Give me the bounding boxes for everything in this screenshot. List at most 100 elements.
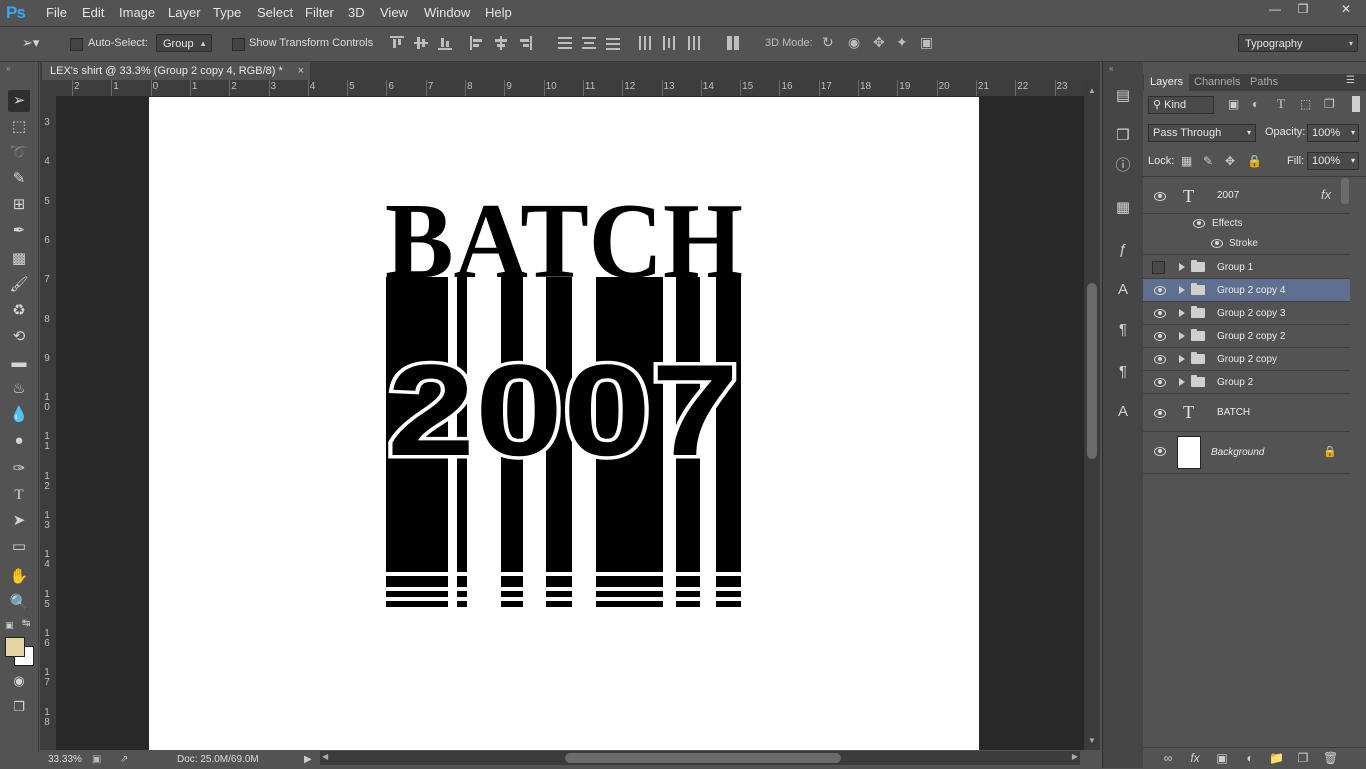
layer-row-group-2-copy[interactable]: Group 2 copy xyxy=(1143,348,1350,371)
document-tab[interactable]: LEX's shirt @ 33.3% (Group 2 copy 4, RGB… xyxy=(42,62,310,80)
distribute-vcenter-icon[interactable] xyxy=(582,36,596,50)
expand-arrow-icon[interactable] xyxy=(1179,286,1185,294)
type-tool-icon[interactable]: T xyxy=(8,484,30,506)
opacity-field[interactable]: 100% ▾ xyxy=(1307,124,1359,142)
close-icon[interactable]: ✕ xyxy=(1326,0,1366,18)
eraser-tool-icon[interactable]: ▬ xyxy=(8,352,30,374)
character-styles-icon[interactable]: A xyxy=(1113,402,1133,422)
menu-edit[interactable]: Edit xyxy=(82,0,104,26)
visibility-eye-icon[interactable] xyxy=(1154,409,1166,418)
status-menu-icon[interactable]: ▶ xyxy=(304,751,312,768)
blur-tool-icon[interactable]: 💧 xyxy=(8,404,30,426)
tab-paths[interactable]: Paths xyxy=(1244,74,1284,91)
align-left-icon[interactable] xyxy=(470,36,484,50)
character-panel-icon[interactable]: A xyxy=(1113,280,1133,300)
zoom-level[interactable]: 33.33% xyxy=(48,751,82,768)
visibility-eye-icon[interactable] xyxy=(1154,378,1166,387)
fill-field[interactable]: 100% ▾ xyxy=(1307,152,1359,170)
rectangle-tool-icon[interactable]: ▭ xyxy=(8,536,30,558)
visibility-off-box[interactable] xyxy=(1152,261,1165,274)
path-selection-tool-icon[interactable]: ➤ xyxy=(8,510,30,532)
blend-mode-dropdown[interactable]: Pass Through ▾ xyxy=(1148,124,1256,142)
lock-position-icon[interactable]: ✥ xyxy=(1225,154,1235,168)
canvas-pasteboard[interactable]: BATCH 2007 xyxy=(56,97,1084,750)
document-canvas[interactable]: BATCH 2007 xyxy=(149,97,979,750)
hand-tool-icon[interactable]: ✋ xyxy=(8,566,30,588)
scroll-right-icon[interactable]: ▶ xyxy=(1072,752,1078,761)
menu-image[interactable]: Image xyxy=(119,0,155,26)
layer-row-group-2-copy-2[interactable]: Group 2 copy 2 xyxy=(1143,325,1350,348)
add-style-icon[interactable]: fx xyxy=(1188,751,1202,765)
lock-all-icon[interactable]: 🔒 xyxy=(1247,154,1262,168)
panel-menu-icon[interactable]: ☰ xyxy=(1346,75,1355,86)
tab-layers[interactable]: Layers xyxy=(1144,74,1190,91)
menu-filter[interactable]: Filter xyxy=(305,0,334,26)
auto-select-dropdown[interactable]: Group ▲ xyxy=(156,34,212,52)
show-transform-checkbox[interactable] xyxy=(232,38,245,51)
vertical-ruler[interactable]: 3 4 5 6 7 8 9 10 11 12 13 14 15 16 17 18 xyxy=(40,96,57,750)
scroll-up-icon[interactable]: ▲ xyxy=(1088,86,1096,95)
default-colors-icon[interactable]: ▣ xyxy=(5,620,14,631)
visibility-eye-icon[interactable] xyxy=(1154,355,1166,364)
menu-layer[interactable]: Layer xyxy=(168,0,201,26)
horizontal-ruler[interactable]: 2 1 0 1 2 3 4 5 6 7 8 9 10 11 12 13 14 15 16 17 18 19 20 21 22 23 xyxy=(56,80,1084,97)
distribute-right-icon[interactable] xyxy=(686,36,700,50)
link-layers-icon[interactable]: ∞ xyxy=(1161,751,1175,765)
visibility-eye-icon[interactable] xyxy=(1193,219,1205,228)
quick-mask-icon[interactable]: ◉ xyxy=(8,670,30,692)
styles-panel-icon[interactable]: ƒ xyxy=(1113,240,1133,260)
eyedropper-tool-icon[interactable]: ✒ xyxy=(8,220,30,242)
distribute-top-icon[interactable] xyxy=(558,36,572,50)
crop-tool-icon[interactable]: ⊞ xyxy=(8,194,30,216)
collapse-strip-icon[interactable]: « xyxy=(1109,64,1113,73)
filter-shape-icon[interactable]: ⬚ xyxy=(1300,97,1311,111)
filter-pixel-icon[interactable]: ▣ xyxy=(1228,97,1239,111)
distribute-hcenter-icon[interactable] xyxy=(662,36,676,50)
tab-channels[interactable]: Channels xyxy=(1188,74,1246,91)
restore-icon[interactable]: ❐ xyxy=(1290,0,1316,18)
menu-select[interactable]: Select xyxy=(257,0,293,26)
visibility-eye-icon[interactable] xyxy=(1154,332,1166,341)
filter-adjustment-icon[interactable]: ◐ xyxy=(1252,97,1259,111)
swatches-panel-icon[interactable]: ▦ xyxy=(1113,198,1133,218)
layer-row-group-2-copy-4[interactable]: Group 2 copy 4 xyxy=(1143,279,1350,302)
menu-help[interactable]: Help xyxy=(485,0,512,26)
auto-select-checkbox[interactable] xyxy=(70,38,83,51)
history-panel-icon[interactable]: ▤ xyxy=(1113,86,1133,106)
brush-tool-icon[interactable]: 🖌 xyxy=(8,274,30,296)
filter-toggle-icon[interactable] xyxy=(1352,96,1360,112)
vertical-scroll-thumb[interactable] xyxy=(1087,283,1097,459)
distribute-bottom-icon[interactable] xyxy=(606,36,620,50)
expand-arrow-icon[interactable] xyxy=(1179,309,1185,317)
layer-row-batch[interactable]: T BATCH xyxy=(1143,394,1350,432)
visibility-eye-icon[interactable] xyxy=(1154,309,1166,318)
screen-mode-icon[interactable]: ❐ xyxy=(8,696,30,718)
layer-row-group-1[interactable]: Group 1 xyxy=(1143,256,1350,279)
visibility-eye-icon[interactable] xyxy=(1154,447,1166,456)
horizontal-scroll-thumb[interactable] xyxy=(565,753,841,763)
align-vcenter-icon[interactable] xyxy=(414,36,428,50)
layer-row-2007[interactable]: T 2007 fx xyxy=(1143,178,1350,214)
align-hcenter-icon[interactable] xyxy=(494,36,508,50)
scroll-left-icon[interactable]: ◀ xyxy=(322,752,328,761)
menu-3d[interactable]: 3D xyxy=(348,0,365,26)
align-top-icon[interactable] xyxy=(390,36,404,50)
marquee-tool-icon[interactable]: ⬚ xyxy=(8,116,30,138)
pen-tool-icon[interactable]: ✑ xyxy=(8,458,30,480)
menu-view[interactable]: View xyxy=(380,0,408,26)
visibility-eye-icon[interactable] xyxy=(1154,192,1166,201)
visibility-eye-icon[interactable] xyxy=(1154,286,1166,295)
layer-row-group-2-copy-3[interactable]: Group 2 copy 3 xyxy=(1143,302,1350,325)
close-tab-icon[interactable]: × xyxy=(298,62,304,80)
minimize-icon[interactable]: — xyxy=(1262,0,1288,18)
menu-type[interactable]: Type xyxy=(213,0,241,26)
new-group-icon[interactable]: 📁 xyxy=(1269,751,1284,765)
move-tool-preset-icon[interactable]: ➢▾ xyxy=(22,35,39,51)
new-layer-icon[interactable]: ❐ xyxy=(1296,751,1310,765)
add-mask-icon[interactable]: ▣ xyxy=(1215,751,1229,765)
stroke-effect-row[interactable]: Stroke xyxy=(1143,234,1350,255)
healing-brush-tool-icon[interactable]: ▩ xyxy=(8,248,30,270)
delete-layer-icon[interactable]: 🗑 xyxy=(1323,751,1338,765)
filter-smart-object-icon[interactable]: ❐ xyxy=(1324,97,1335,111)
ruler-origin[interactable] xyxy=(40,80,56,96)
